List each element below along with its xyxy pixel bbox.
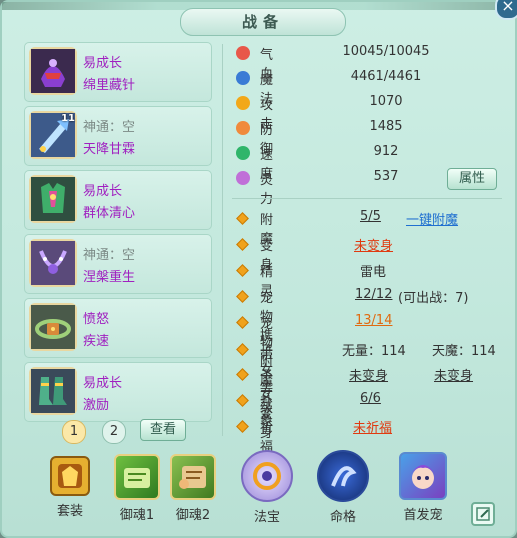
equipment-line1: 愤怒: [83, 312, 110, 327]
window-title: 战备: [180, 8, 346, 36]
blessing-value[interactable]: 未祈福: [353, 417, 392, 436]
tab-label: 命格: [329, 510, 356, 525]
view-button[interactable]: 查看: [140, 419, 186, 441]
attributes-button[interactable]: 属性: [447, 168, 497, 190]
treasure-icon: [241, 450, 293, 502]
equipment-skill: 激励: [83, 398, 110, 413]
tab-fate[interactable]: 命格: [308, 446, 378, 525]
tab-starter-pet[interactable]: 首发宠: [388, 446, 458, 523]
pet-enchant-value[interactable]: 13/14: [355, 313, 392, 328]
bottom-tab-bar: 套装 御魂1 御魂2 法宝 命格 首发宠: [0, 446, 517, 538]
equipment-skill: 群体清心: [83, 206, 136, 221]
enchant-value[interactable]: 5/5: [360, 209, 381, 224]
equipment-skill: 疾速: [83, 334, 110, 349]
pet-carry-value[interactable]: 12/12: [355, 287, 392, 302]
tab-label: 法宝: [253, 510, 280, 525]
tab-label: 套装: [56, 504, 83, 519]
equipment-skill: 涅槃重生: [83, 270, 136, 285]
equipment-slot-3[interactable]: 易成长 群体清心: [24, 170, 212, 230]
heart-icon: [236, 46, 250, 60]
tab-soul-2[interactable]: 御魂2: [158, 446, 228, 523]
sprite-value: 雷电: [360, 265, 387, 280]
stat-label: 灵力: [260, 173, 274, 207]
tab-label: 御魂2: [175, 508, 211, 523]
equipment-slot-4[interactable]: 神通：空 涅槃重生: [24, 234, 212, 294]
stat-value: 912: [373, 144, 399, 159]
spirit-icon: [236, 171, 250, 185]
belt-icon: [29, 303, 77, 351]
stat-value: 1485: [369, 119, 403, 134]
stat-value: 537: [373, 169, 399, 184]
stat-value: 10045/10045: [342, 44, 430, 59]
column-divider: [222, 44, 223, 436]
defense-icon: [236, 121, 250, 135]
tab-treasure[interactable]: 法宝: [232, 446, 302, 525]
equipment-line1: 神通：空: [83, 248, 136, 263]
enhance-level-badge: 11: [61, 113, 75, 124]
armor-icon: [29, 175, 77, 223]
page-1-button[interactable]: 1: [62, 420, 86, 444]
equipment-slot-2[interactable]: 11 神通：空 天降甘霖: [24, 106, 212, 166]
stat-value: 1070: [369, 94, 403, 109]
fate-icon: [317, 450, 369, 502]
equipment-skill: 天降甘霖: [83, 142, 136, 157]
suit-icon: [50, 456, 90, 496]
child-transform-value-2[interactable]: 未变身: [434, 365, 473, 384]
transform-value[interactable]: 未变身: [354, 235, 393, 254]
tab-suit[interactable]: 套装: [35, 446, 105, 519]
soul2-icon: [170, 454, 216, 500]
boots-icon: [29, 367, 77, 415]
hexagram-value[interactable]: 6/6: [360, 391, 381, 406]
weapon-icon: 11: [29, 111, 77, 159]
equipment-line1: 神通：空: [83, 120, 136, 135]
equipment-line1: 易成长: [83, 56, 123, 71]
equipment-slot-1[interactable]: 易成长 绵里藏针: [24, 42, 212, 102]
one-click-enchant-link[interactable]: 一键附魔: [406, 209, 458, 228]
pet-battle-count: (可出战：7): [398, 291, 469, 306]
child-level-value-2: 天魔：114: [432, 344, 496, 359]
child-transform-value-1[interactable]: 未变身: [349, 365, 388, 384]
equipment-slot-6[interactable]: 易成长 激励: [24, 362, 212, 422]
page-2-button[interactable]: 2: [102, 420, 126, 444]
equipment-line1: 易成长: [83, 184, 123, 199]
speed-icon: [236, 146, 250, 160]
edit-icon[interactable]: [471, 502, 495, 526]
equipment-skill: 绵里藏针: [83, 78, 136, 93]
attack-icon: [236, 96, 250, 110]
necklace-icon: [29, 239, 77, 287]
section-divider: [232, 198, 502, 199]
equipment-line1: 易成长: [83, 376, 123, 391]
close-button[interactable]: ×: [495, 0, 517, 20]
child-level-value-1: 无量：114: [342, 344, 406, 359]
soul1-icon: [114, 454, 160, 500]
stat-value: 4461/4461: [350, 69, 422, 84]
mana-icon: [236, 71, 250, 85]
tab-label: 首发宠: [403, 508, 443, 523]
pet-icon: [399, 452, 447, 500]
equipment-slot-5[interactable]: 愤怒 疾速: [24, 298, 212, 358]
helmet-icon: [29, 47, 77, 95]
